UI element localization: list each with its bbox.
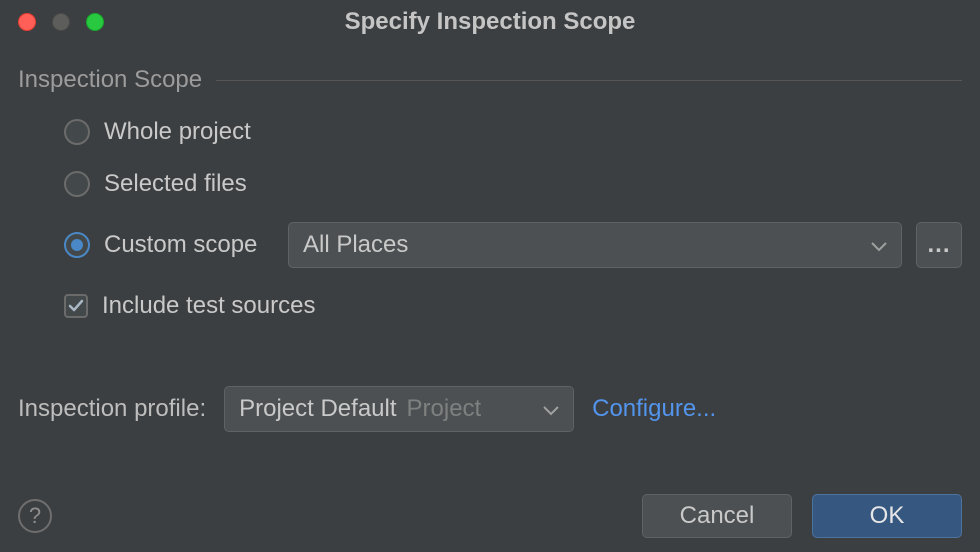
profile-select-suffix: Project	[407, 395, 482, 423]
dialog-content: Inspection Scope Whole project Selected …	[0, 44, 980, 432]
radio-icon-selected	[64, 232, 90, 258]
radio-label: Whole project	[104, 118, 251, 146]
dialog-footer: ? Cancel OK	[18, 494, 962, 538]
custom-scope-select[interactable]: All Places	[288, 222, 902, 268]
cancel-button[interactable]: Cancel	[642, 494, 792, 538]
checkbox-icon	[64, 294, 88, 318]
select-value: All Places	[303, 231, 408, 259]
window-controls	[0, 13, 104, 31]
divider	[216, 80, 962, 81]
radio-label: Custom scope	[104, 231, 257, 259]
radio-custom-scope-row: Custom scope All Places ...	[64, 222, 962, 268]
chevron-down-icon	[871, 231, 887, 259]
titlebar: Specify Inspection Scope	[0, 0, 980, 44]
profile-label: Inspection profile:	[18, 395, 206, 423]
close-window-button[interactable]	[18, 13, 36, 31]
radio-label: Selected files	[104, 170, 247, 198]
chevron-down-icon	[543, 395, 559, 423]
checkbox-label: Include test sources	[102, 292, 315, 320]
checkbox-include-test-sources[interactable]: Include test sources	[64, 292, 962, 320]
minimize-window-button[interactable]	[52, 13, 70, 31]
help-button[interactable]: ?	[18, 499, 52, 533]
scope-options: Whole project Selected files Custom scop…	[18, 118, 962, 320]
section-header: Inspection Scope	[18, 66, 962, 94]
radio-custom-scope[interactable]: Custom scope	[64, 231, 274, 259]
ok-button[interactable]: OK	[812, 494, 962, 538]
profile-select[interactable]: Project Default Project	[224, 386, 574, 432]
inspection-profile-row: Inspection profile: Project Default Proj…	[18, 386, 962, 432]
section-heading: Inspection Scope	[18, 66, 202, 94]
dialog-title: Specify Inspection Scope	[0, 8, 980, 36]
radio-icon	[64, 119, 90, 145]
configure-link[interactable]: Configure...	[592, 395, 716, 423]
radio-icon	[64, 171, 90, 197]
maximize-window-button[interactable]	[86, 13, 104, 31]
radio-whole-project[interactable]: Whole project	[64, 118, 962, 146]
profile-select-value: Project Default	[239, 395, 396, 423]
scope-more-button[interactable]: ...	[916, 222, 962, 268]
radio-selected-files[interactable]: Selected files	[64, 170, 962, 198]
